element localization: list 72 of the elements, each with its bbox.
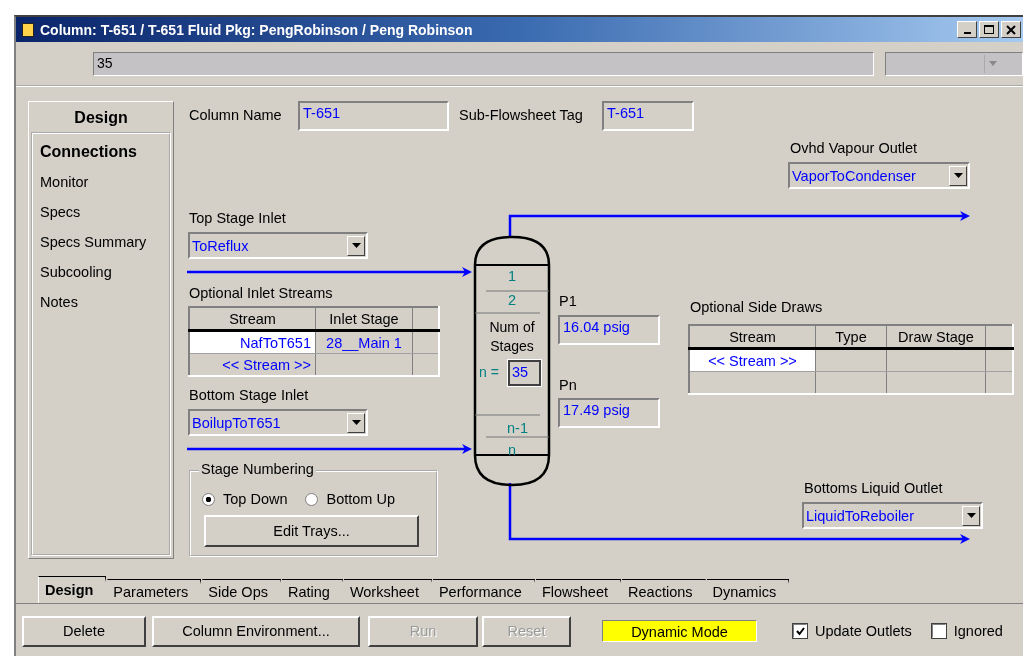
- radio-button[interactable]: [305, 492, 319, 506]
- sidebar-item[interactable]: Subcooling: [33, 260, 169, 290]
- combo-value: ToReflux: [192, 237, 249, 254]
- stage-count-field[interactable]: 35: [508, 360, 541, 386]
- combo-value: LiquidToReboiler: [806, 507, 914, 524]
- stage-count-field[interactable]: 35: [93, 51, 875, 76]
- radio-label: Bottom Up: [326, 491, 395, 507]
- app-icon: [22, 22, 34, 37]
- field-label: Ovhd Vapour Outlet: [790, 140, 918, 156]
- minimize-button[interactable]: [957, 21, 977, 38]
- table-cell[interactable]: NafToT651: [189, 330, 316, 354]
- sidebar-item[interactable]: Notes: [33, 290, 169, 320]
- mode-indicator: Dynamic Mode: [602, 620, 757, 642]
- field-label: Optional Inlet Streams: [189, 285, 333, 301]
- minimize-icon: [963, 31, 971, 34]
- stage-label: 1: [508, 268, 517, 284]
- checkbox[interactable]: [793, 624, 807, 638]
- maximize-button[interactable]: [979, 21, 999, 38]
- pressure-field[interactable]: 16.04 psig: [558, 315, 660, 345]
- subflowsheet-tag-field[interactable]: T-651: [602, 101, 694, 131]
- table-cell[interactable]: << Stream >>: [689, 348, 816, 372]
- checkbox-label: Ignored: [953, 623, 1003, 639]
- group-label: Stage Numbering: [199, 461, 316, 477]
- sidebar-item[interactable]: Monitor: [33, 170, 169, 200]
- radio-button[interactable]: [202, 492, 215, 506]
- tab[interactable]: Design: [38, 576, 107, 603]
- sidebar-item[interactable]: Specs Summary: [33, 230, 169, 260]
- column-name-field[interactable]: T-651: [298, 101, 449, 131]
- vapour-outlet-dropdown[interactable]: VaporToCondenser: [788, 162, 970, 189]
- tab[interactable]: Rating: [281, 579, 343, 603]
- tab[interactable]: Dynamics: [706, 579, 790, 603]
- combo-value: VaporToCondenser: [792, 167, 916, 184]
- column-header: Draw Stage: [886, 325, 986, 349]
- checkbox[interactable]: [931, 624, 946, 638]
- field-label: Sub-Flowsheet Tag: [459, 107, 583, 123]
- stage-label: n-1: [507, 420, 528, 436]
- radio-option[interactable]: Top Down: [202, 491, 288, 507]
- sidebar-item[interactable]: Specs: [33, 200, 169, 230]
- close-icon: [1006, 24, 1016, 35]
- action-button[interactable]: Delete: [22, 615, 146, 647]
- liquid-outlet-dropdown[interactable]: LiquidToReboiler: [802, 502, 983, 529]
- field-label: Bottom Stage Inlet: [189, 387, 309, 403]
- n-label: n =: [479, 364, 499, 380]
- top-inlet-dropdown[interactable]: ToReflux: [188, 232, 368, 259]
- table-cell[interactable]: << Stream >>: [189, 353, 316, 376]
- window-title: Column: T-651 / T-651 Fluid Pkg: PengRobinson / Peng Robinson: [40, 21, 474, 38]
- field-label: P1: [559, 293, 577, 309]
- dropdown[interactable]: [885, 51, 1023, 76]
- edit-trays-button[interactable]: Edit Trays...: [204, 515, 419, 547]
- field-label: Optional Side Draws: [690, 299, 823, 315]
- field-label: Top Stage Inlet: [189, 210, 286, 226]
- column-header: Inlet Stage: [315, 307, 413, 331]
- radio-option[interactable]: Bottom Up: [305, 491, 395, 507]
- checkbox-label: Update Outlets: [815, 623, 912, 639]
- stages-label: Num of Stages: [488, 318, 536, 356]
- action-button[interactable]: Column Environment...: [152, 615, 360, 647]
- combo-value: BoilupToT651: [192, 414, 281, 431]
- field-label: Column Name: [189, 107, 282, 123]
- stage-label: n: [508, 442, 517, 458]
- pressure-field[interactable]: 17.49 psig: [558, 398, 660, 428]
- tab[interactable]: Side Ops: [202, 579, 281, 603]
- sidebar-header: Design: [73, 108, 129, 128]
- field-label: Bottoms Liquid Outlet: [804, 480, 943, 496]
- radio-label: Top Down: [223, 491, 288, 507]
- field-label: Pn: [559, 377, 577, 393]
- table-cell[interactable]: 28__Main 1: [315, 330, 413, 354]
- maximize-icon: [984, 24, 994, 35]
- bottom-inlet-dropdown[interactable]: BoilupToT651: [188, 409, 368, 436]
- stage-label: 2: [508, 292, 517, 308]
- sidebar-item[interactable]: Connections: [33, 140, 169, 170]
- column-header: Type: [815, 325, 887, 349]
- close-button[interactable]: [1001, 21, 1021, 38]
